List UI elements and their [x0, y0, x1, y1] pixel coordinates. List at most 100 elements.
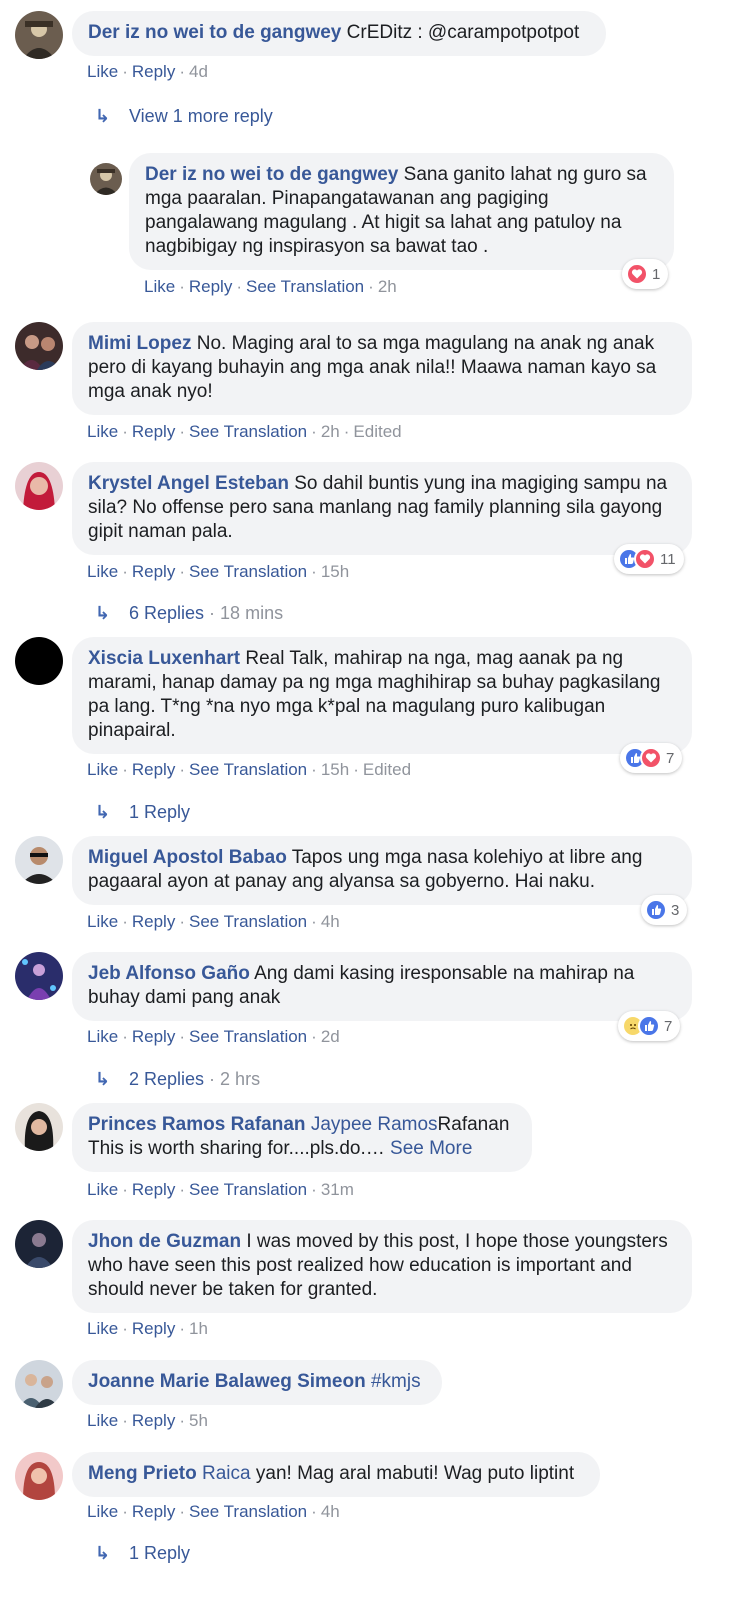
comment-text: This is worth sharing for....pls.do.…: [88, 1138, 385, 1159]
timestamp[interactable]: 2d: [321, 1027, 340, 1046]
reply-link[interactable]: Reply: [132, 1027, 175, 1046]
comment-actions: Like · Reply · 5h: [87, 1411, 208, 1430]
comment-actions: Like · Reply · See Translation · 4h: [87, 1502, 340, 1521]
comment-author[interactable]: Princes Ramos Rafanan: [88, 1114, 306, 1135]
like-link[interactable]: Like: [144, 277, 175, 296]
comment-author[interactable]: Miguel Apostol Babao: [88, 847, 287, 868]
view-replies-link[interactable]: ↳ 2 Replies · 2 hrs: [95, 1069, 260, 1090]
avatar[interactable]: [15, 1452, 63, 1500]
like-link[interactable]: Like: [87, 1411, 118, 1430]
timestamp[interactable]: 5h: [189, 1411, 208, 1430]
comment-bubble: Meng Prieto Raica yan! Mag aral mabuti! …: [72, 1452, 600, 1497]
reaction-count: 7: [664, 1017, 673, 1035]
see-more-link[interactable]: See More: [390, 1138, 472, 1159]
comment-actions: Like · Reply · See Translation · 31m: [87, 1180, 354, 1199]
reply-link[interactable]: Reply: [132, 912, 175, 931]
comment-actions: Like · Reply · 1h: [87, 1319, 208, 1338]
comment-author[interactable]: Joanne Marie Balaweg Simeon: [88, 1371, 366, 1392]
like-link[interactable]: Like: [87, 1027, 118, 1046]
see-translation-link[interactable]: See Translation: [189, 562, 307, 581]
reply-link[interactable]: Reply: [132, 1502, 175, 1521]
reply-arrow-icon: ↳: [95, 106, 111, 126]
reaction-count: 11: [660, 550, 676, 568]
like-link[interactable]: Like: [87, 912, 118, 931]
comment-bubble: Der iz no wei to de gangwey CrEDitz : @c…: [72, 11, 606, 56]
avatar[interactable]: [15, 637, 63, 685]
comment-actions: Like · Reply · See Translation · 2h · Edited: [87, 422, 402, 441]
hashtag-link[interactable]: #kmjs: [371, 1371, 421, 1392]
reaction-summary[interactable]: 7: [618, 1011, 681, 1041]
comment-author[interactable]: Krystel Angel Esteban: [88, 473, 289, 494]
avatar[interactable]: [15, 322, 63, 370]
edited-label[interactable]: Edited: [353, 422, 401, 441]
reaction-summary[interactable]: 3: [641, 895, 688, 925]
mention-link[interactable]: Raica: [202, 1463, 251, 1484]
see-translation-link[interactable]: See Translation: [189, 912, 307, 931]
mention-link[interactable]: Jaypee Ramos: [311, 1114, 438, 1135]
comment-actions: Like · Reply · See Translation · 2d: [87, 1027, 340, 1046]
love-reaction-icon: [634, 548, 656, 570]
avatar[interactable]: [15, 1103, 63, 1151]
comment-author[interactable]: Meng Prieto: [88, 1463, 197, 1484]
timestamp[interactable]: 4h: [321, 1502, 340, 1521]
reply-link[interactable]: Reply: [132, 562, 175, 581]
reaction-summary[interactable]: 1: [622, 259, 669, 289]
view-replies-link[interactable]: ↳ 6 Replies · 18 mins: [95, 603, 283, 624]
timestamp[interactable]: 15h: [321, 760, 349, 779]
like-link[interactable]: Like: [87, 1319, 118, 1338]
comment-bubble: Jeb Alfonso Gaño Ang dami kasing irespon…: [72, 952, 692, 1021]
avatar[interactable]: [15, 11, 63, 59]
reply-link[interactable]: Reply: [132, 1180, 175, 1199]
comment-bubble: Xiscia Luxenhart Real Talk, mahirap na n…: [72, 637, 692, 754]
see-translation-link[interactable]: See Translation: [246, 277, 364, 296]
timestamp[interactable]: 2h: [378, 277, 397, 296]
avatar[interactable]: [15, 1360, 63, 1408]
like-link[interactable]: Like: [87, 422, 118, 441]
comment-author[interactable]: Xiscia Luxenhart: [88, 648, 240, 669]
see-translation-link[interactable]: See Translation: [189, 1502, 307, 1521]
comment-bubble: Miguel Apostol Babao Tapos ung mga nasa …: [72, 836, 692, 905]
reply-link[interactable]: Reply: [132, 760, 175, 779]
edited-label[interactable]: Edited: [363, 760, 411, 779]
see-translation-link[interactable]: See Translation: [189, 422, 307, 441]
comment-author[interactable]: Der iz no wei to de gangwey: [88, 22, 341, 43]
see-translation-link[interactable]: See Translation: [189, 1180, 307, 1199]
like-link[interactable]: Like: [87, 760, 118, 779]
avatar[interactable]: [15, 1220, 63, 1268]
reply-link[interactable]: Reply: [132, 1319, 175, 1338]
mention-tail: Rafanan: [437, 1114, 510, 1135]
like-link[interactable]: Like: [87, 1502, 118, 1521]
timestamp[interactable]: 1h: [189, 1319, 208, 1338]
comment-author[interactable]: Mimi Lopez: [88, 333, 191, 354]
see-translation-link[interactable]: See Translation: [189, 760, 307, 779]
reply-link[interactable]: Reply: [132, 62, 175, 81]
reply-link[interactable]: Reply: [132, 1411, 175, 1430]
like-link[interactable]: Like: [87, 62, 118, 81]
avatar[interactable]: [15, 836, 63, 884]
love-reaction-icon: [640, 747, 662, 769]
avatar[interactable]: [15, 952, 63, 1000]
like-link[interactable]: Like: [87, 1180, 118, 1199]
timestamp[interactable]: 31m: [321, 1180, 354, 1199]
reply-arrow-icon: ↳: [95, 1069, 111, 1089]
comment-author[interactable]: Jhon de Guzman: [88, 1231, 241, 1252]
view-more-replies[interactable]: ↳ View 1 more reply: [95, 106, 273, 127]
timestamp[interactable]: 4d: [189, 62, 208, 81]
avatar[interactable]: [90, 163, 122, 195]
reaction-summary[interactable]: 7: [620, 743, 683, 773]
like-reaction-icon: [638, 1015, 660, 1037]
comment-author[interactable]: Jeb Alfonso Gaño: [88, 963, 250, 984]
like-link[interactable]: Like: [87, 562, 118, 581]
reply-link[interactable]: Reply: [189, 277, 232, 296]
view-replies-link[interactable]: ↳ 1 Reply: [95, 802, 190, 823]
timestamp[interactable]: 15h: [321, 562, 349, 581]
reaction-summary[interactable]: 11: [614, 544, 684, 574]
reply-link[interactable]: Reply: [132, 422, 175, 441]
comment-bubble: Krystel Angel Esteban So dahil buntis yu…: [72, 462, 692, 555]
avatar[interactable]: [15, 462, 63, 510]
comment-author[interactable]: Der iz no wei to de gangwey: [145, 164, 398, 185]
see-translation-link[interactable]: See Translation: [189, 1027, 307, 1046]
view-replies-link[interactable]: ↳ 1 Reply: [95, 1543, 190, 1564]
timestamp[interactable]: 2h: [321, 422, 340, 441]
timestamp[interactable]: 4h: [321, 912, 340, 931]
